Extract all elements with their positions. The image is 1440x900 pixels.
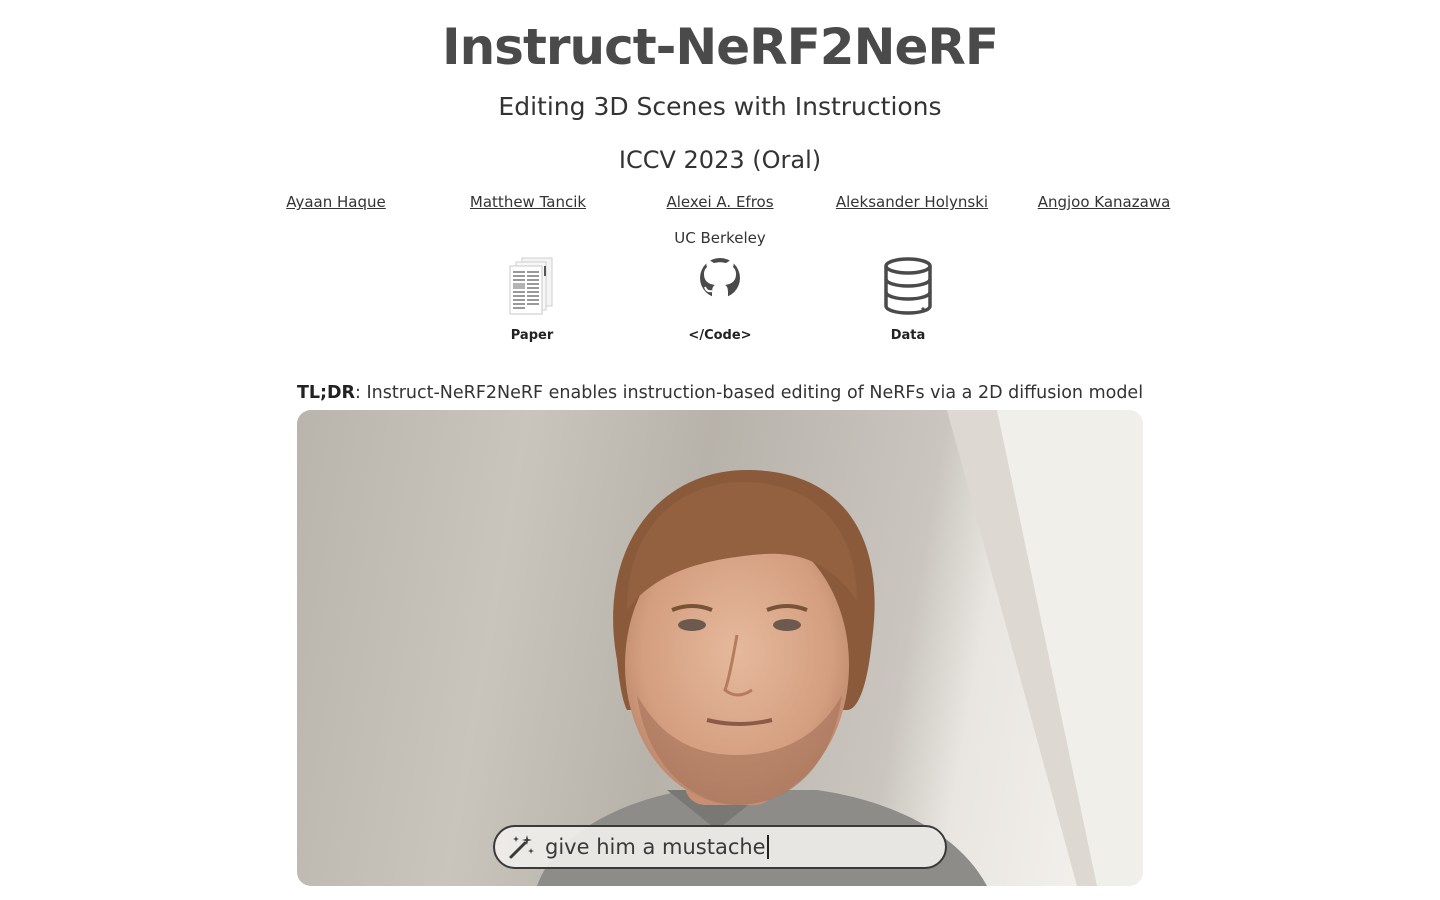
data-link-label: Data	[890, 328, 926, 343]
code-link-label: </Code>	[688, 328, 752, 343]
paper-icon	[509, 257, 553, 315]
author-link-alexei-efros[interactable]: Alexei A. Efros	[666, 193, 773, 211]
database-icon	[884, 257, 932, 315]
affiliation: UC Berkeley	[674, 229, 766, 247]
paper-link[interactable]: Paper	[472, 254, 592, 343]
code-link[interactable]: </Code>	[660, 254, 780, 343]
video-frame-illustration	[537, 410, 1143, 886]
tldr-lead: TL;DR	[296, 383, 356, 403]
page-title: Instruct-NeRF2NeRF	[441, 18, 999, 76]
instruction-prompt-text: give him a mustache	[545, 835, 766, 859]
tldr-text: : Instruct-NeRF2NeRF enables instruction…	[355, 383, 1144, 403]
magic-wand-icon	[509, 835, 534, 859]
venue-label: ICCV 2023 (Oral)	[618, 146, 822, 174]
text-caret	[766, 835, 769, 859]
github-icon	[700, 258, 740, 298]
demo-video[interactable]: give him a mustache	[297, 410, 1143, 886]
author-list: Ayaan Haque Matthew Tancik Alexei A. Efr…	[0, 193, 1440, 215]
author-link-ayaan-haque[interactable]: Ayaan Haque	[286, 193, 386, 211]
author-link-aleksander-holynski[interactable]: Aleksander Holynski	[836, 193, 988, 211]
tldr-summary: TL;DR: Instruct-NeRF2NeRF enables instru…	[0, 383, 1440, 403]
data-link[interactable]: Data	[848, 254, 968, 343]
paper-link-label: Paper	[510, 328, 554, 343]
instruction-prompt-box[interactable]: give him a mustache	[493, 825, 947, 869]
page-subtitle: Editing 3D Scenes with Instructions	[498, 92, 942, 121]
author-link-matthew-tancik[interactable]: Matthew Tancik	[470, 193, 586, 211]
author-link-angjoo-kanazawa[interactable]: Angjoo Kanazawa	[1038, 193, 1171, 211]
